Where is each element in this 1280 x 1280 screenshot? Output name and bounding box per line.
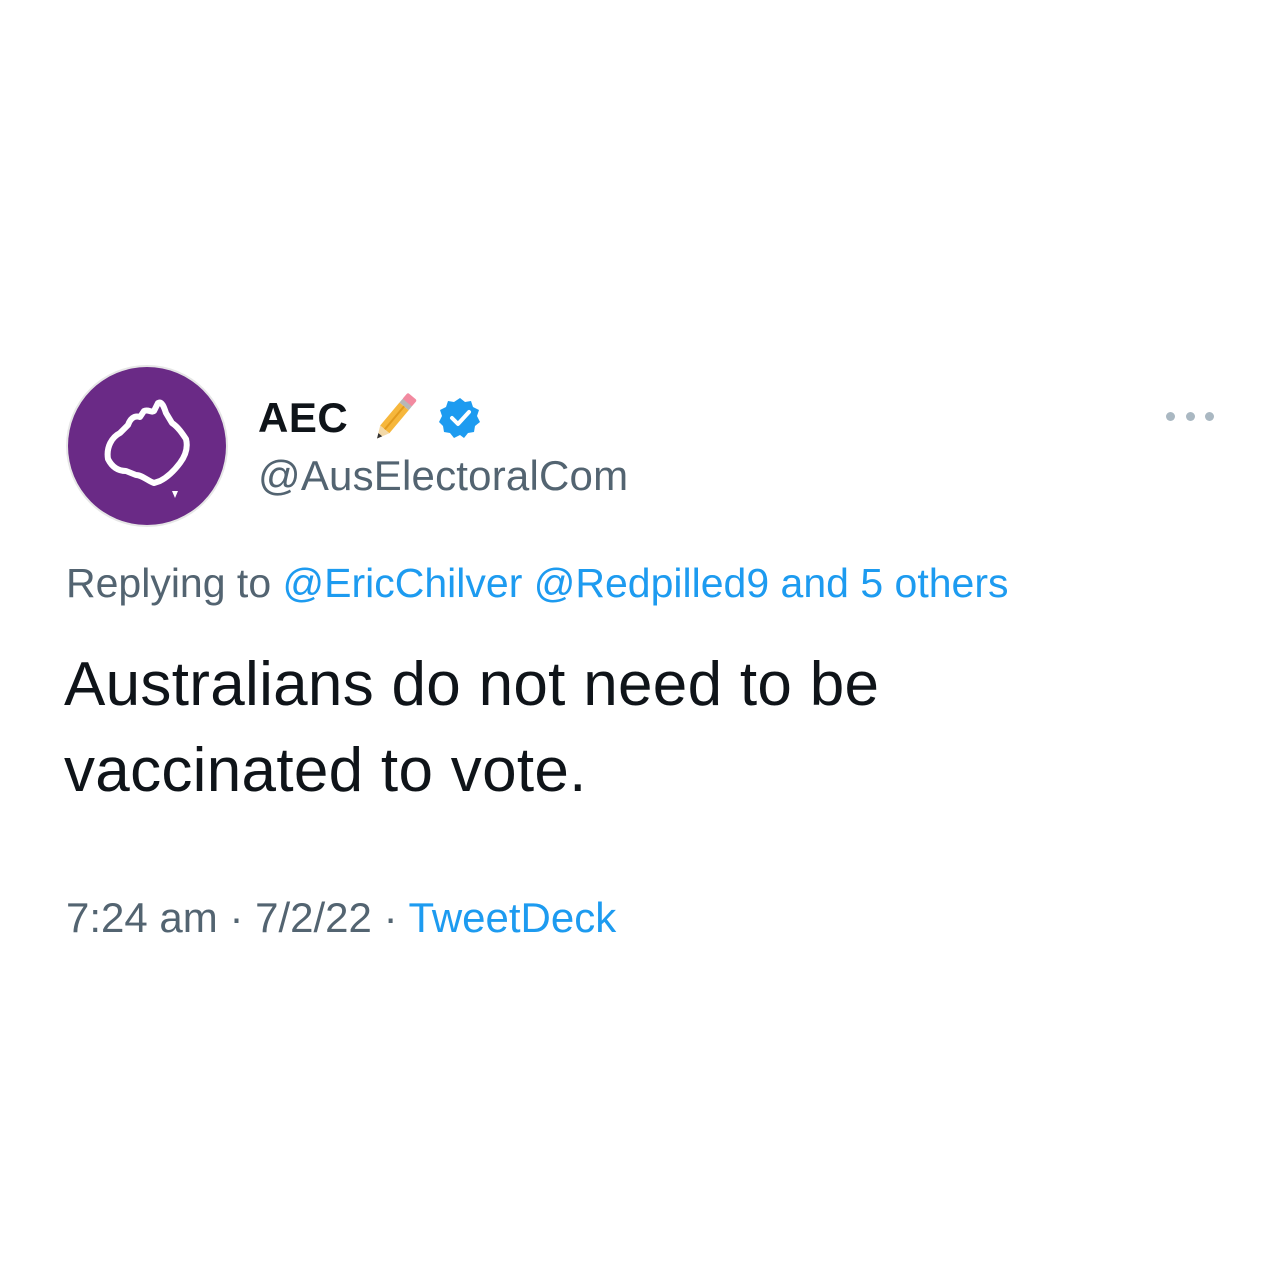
display-name-row: AEC [258,388,482,448]
reply-others-link[interactable]: and 5 others [781,560,1009,606]
tweet-card: AEC @AusElectoralCom Replying to @EricCh… [0,0,1280,1280]
pencil-emoji-icon [377,393,417,439]
reply-mention-redpilled9[interactable]: @Redpilled9 [534,560,769,606]
tweet-meta: 7:24 am · 7/2/22 · TweetDeck [66,894,616,942]
tweet-source-link[interactable]: TweetDeck [408,894,616,941]
australia-map-icon [104,399,190,498]
meta-separator: · [229,894,244,941]
avatar[interactable] [68,367,226,525]
display-name[interactable]: AEC [258,394,348,442]
tweet-date[interactable]: 7/2/22 [255,894,372,941]
user-handle[interactable]: @AusElectoralCom [258,452,628,500]
replying-to-line: Replying to @EricChilver @Redpilled9 and… [66,560,1009,607]
tweet-text: Australians do not need to be vaccinated… [64,642,1214,814]
tweet-time[interactable]: 7:24 am [66,894,218,941]
tweet-text-line: Australians do not need to be [64,650,880,719]
tweet-text-line: vaccinated to vote. [64,736,587,805]
verified-badge-icon [439,398,481,438]
more-dot-icon [1166,411,1175,421]
more-options-button[interactable] [1166,404,1214,428]
more-dot-icon [1185,411,1195,421]
more-dot-icon [1205,411,1214,421]
reply-mention-ericchilver[interactable]: @EricChilver [283,560,523,606]
meta-separator: · [383,894,398,941]
replying-prefix: Replying to [66,560,272,606]
